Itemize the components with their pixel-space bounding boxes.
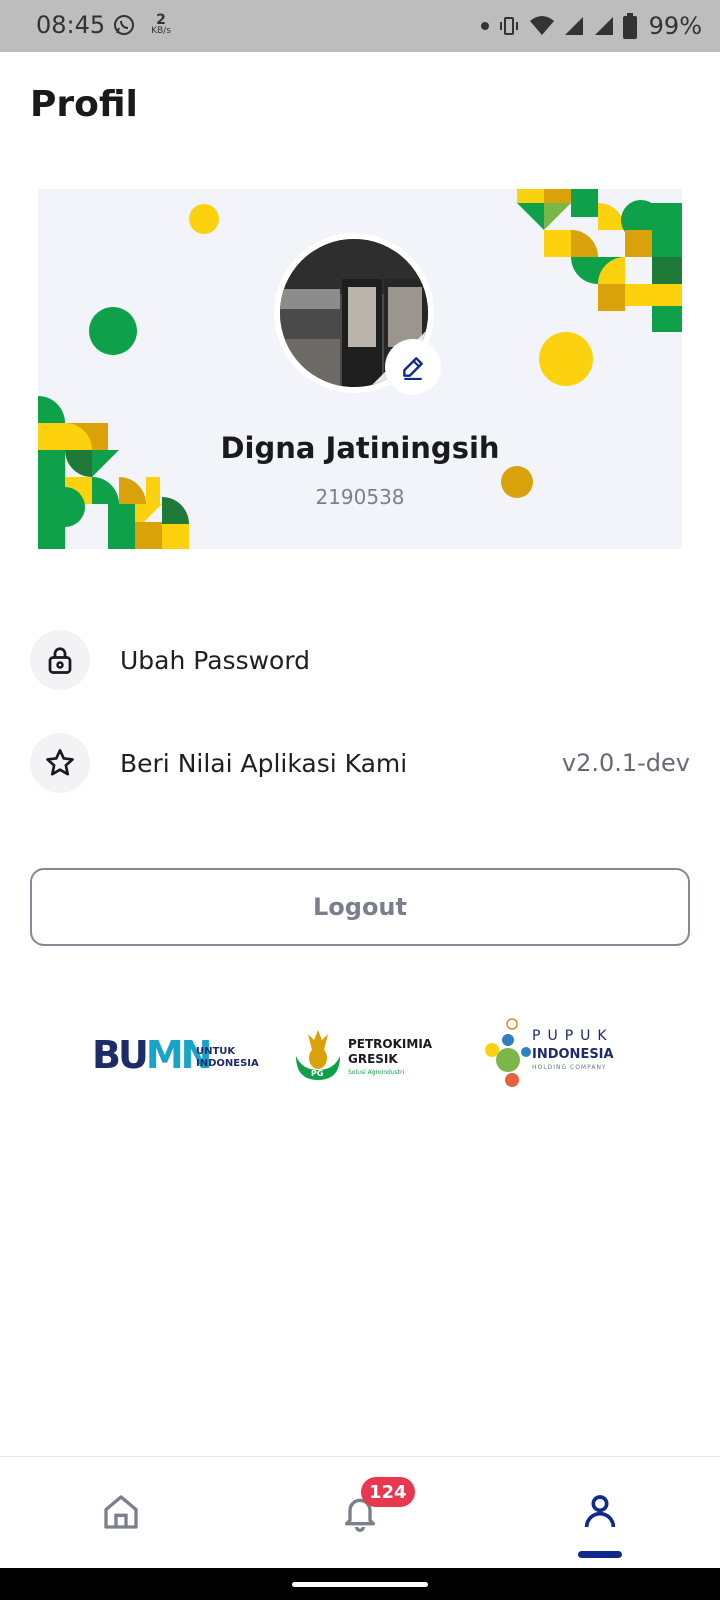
active-tab-indicator — [578, 1551, 622, 1558]
app-version: v2.0.1-dev — [561, 749, 690, 777]
notification-dot-icon — [480, 22, 489, 30]
petrokimia-tagline: Solusi Agroindustri — [348, 1069, 405, 1076]
bottom-navigation: 124 — [0, 1456, 720, 1568]
pupuk-line3: HOLDING COMPANY — [532, 1064, 607, 1071]
petrokimia-gresik-logo: PG PETROKIMIA GRESIK Solusi Agroindustri — [296, 1030, 433, 1080]
network-speed-value: 2 — [156, 12, 166, 28]
petrokimia-mark: PG — [311, 1069, 323, 1078]
pupuk-line2: INDONESIA — [532, 1047, 614, 1062]
bumn-logo: BUMN UNTUK INDONESIA — [92, 1036, 259, 1076]
battery-icon — [622, 13, 637, 39]
home-gesture-handle[interactable] — [292, 1582, 428, 1587]
network-speed-unit: KB/s — [151, 26, 171, 36]
svg-text:BUMN: BUMN — [92, 1036, 210, 1076]
bumn-logo-line2: INDONESIA — [196, 1058, 259, 1069]
profile-card: Digna Jatiningsih 2190538 — [38, 189, 682, 549]
status-time: 08:45 — [36, 11, 106, 39]
menu-icon-container — [30, 733, 90, 793]
profile-name: Digna Jatiningsih — [220, 431, 500, 465]
pupuk-line1: PUPUK — [532, 1028, 614, 1044]
system-navigation-bar — [0, 1568, 720, 1600]
vibrate-icon — [499, 17, 518, 35]
network-speed: 2 KB/s — [146, 13, 176, 36]
menu-item-label: Ubah Password — [120, 645, 311, 675]
signal-icon — [564, 17, 583, 35]
home-icon — [104, 1495, 138, 1529]
menu-item-change-password[interactable]: Ubah Password — [30, 628, 690, 692]
petrokimia-line2: GRESIK — [348, 1052, 398, 1066]
wifi-icon — [529, 16, 554, 35]
nav-home[interactable] — [96, 1487, 146, 1537]
edit-avatar-button[interactable] — [385, 339, 441, 395]
notification-count-badge: 124 — [361, 1477, 415, 1507]
petrokimia-line1: PETROKIMIA — [348, 1037, 433, 1051]
menu-item-label: Beri Nilai Aplikasi Kami — [120, 748, 408, 778]
whatsapp-icon — [114, 15, 134, 35]
pencil-icon — [403, 357, 423, 380]
bumn-logo-main-a: BU — [92, 1036, 146, 1076]
bumn-logo-line1: UNTUK — [196, 1046, 236, 1057]
status-bar: 08:45 2 KB/s 99% — [0, 0, 720, 52]
pupuk-indonesia-logo: PUPUK INDONESIA HOLDING COMPANY — [485, 1018, 614, 1087]
page-title: Profil — [30, 84, 138, 125]
profile-employee-id: 2190538 — [315, 485, 405, 509]
menu-item-rate-app[interactable]: Beri Nilai Aplikasi Kami v2.0.1-dev — [30, 731, 690, 795]
battery-percent: 99% — [648, 12, 702, 40]
logout-button[interactable]: Logout — [30, 868, 690, 946]
star-icon — [46, 749, 74, 776]
lock-icon — [48, 647, 72, 674]
nav-profile[interactable] — [575, 1487, 625, 1537]
menu-icon-container — [30, 630, 90, 690]
signal-icon — [594, 17, 613, 35]
user-icon — [584, 1495, 616, 1528]
status-icons: 99% — [480, 11, 702, 41]
